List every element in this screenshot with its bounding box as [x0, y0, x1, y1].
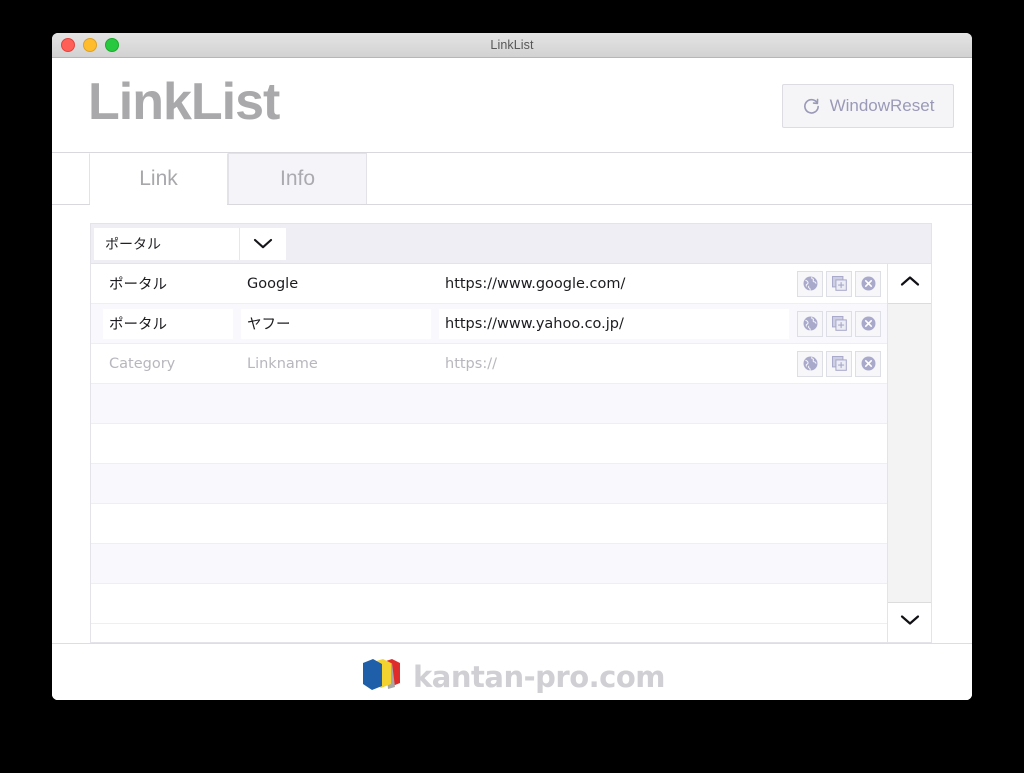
maximize-window-button[interactable] — [105, 38, 119, 52]
globe-icon — [803, 276, 817, 291]
window-reset-button[interactable]: WindowReset — [782, 84, 954, 128]
traffic-lights — [61, 33, 119, 57]
duplicate-row-button[interactable] — [826, 270, 852, 297]
screen: LinkList LinkList WindowReset Link Info … — [0, 0, 1024, 773]
row-category[interactable]: ポータル — [103, 308, 233, 339]
category-filter-bar: ポータル — [91, 224, 931, 264]
close-circle-icon — [861, 356, 875, 371]
open-in-browser-button[interactable] — [797, 310, 823, 337]
globe-icon — [803, 356, 817, 371]
tab-info-label: Info — [279, 167, 316, 190]
row-url[interactable]: https://www.google.com/ — [439, 269, 789, 299]
scroll-down-button[interactable] — [888, 602, 931, 642]
duplicate-row-button[interactable] — [826, 350, 852, 377]
table-row[interactable]: ポータル Google https://www.google.com/ — [91, 264, 887, 304]
table-row[interactable]: ポータル ヤフー https://www.yahoo.co.jp/ — [91, 304, 887, 344]
link-table-panel: ポータル ポータル Google https://www.google.com/… — [90, 223, 932, 643]
row-url[interactable]: https://www.yahoo.co.jp/ — [439, 308, 789, 339]
row-linkname[interactable]: Google — [241, 269, 431, 299]
row-linkname[interactable]: ヤフー — [241, 308, 431, 339]
row-url[interactable]: https:// — [439, 349, 789, 379]
table-row-empty[interactable] — [91, 384, 887, 424]
category-filter-value: ポータル — [105, 236, 161, 253]
row-category[interactable]: Category — [103, 349, 233, 379]
folders-icon — [359, 655, 405, 700]
delete-row-button[interactable] — [855, 310, 881, 337]
tab-info[interactable]: Info — [228, 153, 367, 204]
table-rows-area: ポータル Google https://www.google.com/ ポータル… — [91, 264, 931, 642]
app-content: LinkList WindowReset Link Info ポータル ポータル… — [52, 58, 972, 700]
table-rows: ポータル Google https://www.google.com/ ポータル… — [91, 264, 887, 642]
footer-logo-text: kantan-pro.com — [413, 660, 665, 694]
globe-icon — [803, 316, 817, 331]
close-window-button[interactable] — [61, 38, 75, 52]
refresh-icon — [802, 97, 821, 116]
chevron-down-icon — [239, 227, 286, 260]
row-linkname[interactable]: Linkname — [241, 349, 431, 379]
app-header: LinkList WindowReset — [52, 58, 972, 153]
delete-row-button[interactable] — [855, 350, 881, 377]
scroll-up-button[interactable] — [888, 264, 931, 304]
close-circle-icon — [861, 276, 875, 291]
delete-row-button[interactable] — [855, 270, 881, 297]
open-in-browser-button[interactable] — [797, 270, 823, 297]
close-circle-icon — [861, 316, 875, 331]
open-in-browser-button[interactable] — [797, 350, 823, 377]
add-square-icon — [831, 315, 847, 331]
add-square-icon — [831, 275, 847, 291]
table-row-empty[interactable] — [91, 424, 887, 464]
row-actions — [797, 350, 881, 377]
chevron-down-icon — [898, 613, 922, 632]
row-actions — [797, 270, 881, 297]
category-filter-select[interactable]: ポータル — [94, 227, 286, 260]
duplicate-row-button[interactable] — [826, 310, 852, 337]
window-title: LinkList — [490, 38, 534, 52]
tab-link-label: Link — [139, 167, 178, 190]
table-row[interactable]: Category Linkname https:// — [91, 344, 887, 384]
app-body: ポータル ポータル Google https://www.google.com/… — [52, 205, 972, 643]
app-brand-title: LinkList — [88, 73, 280, 131]
window-reset-label: WindowReset — [829, 96, 935, 115]
scrollbar-track[interactable] — [888, 304, 931, 602]
chevron-up-icon — [898, 274, 922, 293]
vertical-scrollbar[interactable] — [887, 264, 931, 642]
linklist-window: LinkList LinkList WindowReset Link Info … — [52, 33, 972, 700]
tab-link[interactable]: Link — [89, 153, 228, 205]
table-row-empty[interactable] — [91, 584, 887, 624]
row-actions — [797, 310, 881, 337]
row-category[interactable]: ポータル — [103, 269, 233, 299]
table-row-empty[interactable] — [91, 544, 887, 584]
add-square-icon — [831, 355, 847, 371]
minimize-window-button[interactable] — [83, 38, 97, 52]
window-titlebar: LinkList — [52, 33, 972, 58]
app-footer: kantan-pro.com — [52, 643, 972, 700]
table-row-empty[interactable] — [91, 464, 887, 504]
table-row-empty[interactable] — [91, 504, 887, 544]
tab-bar: Link Info — [52, 153, 972, 205]
